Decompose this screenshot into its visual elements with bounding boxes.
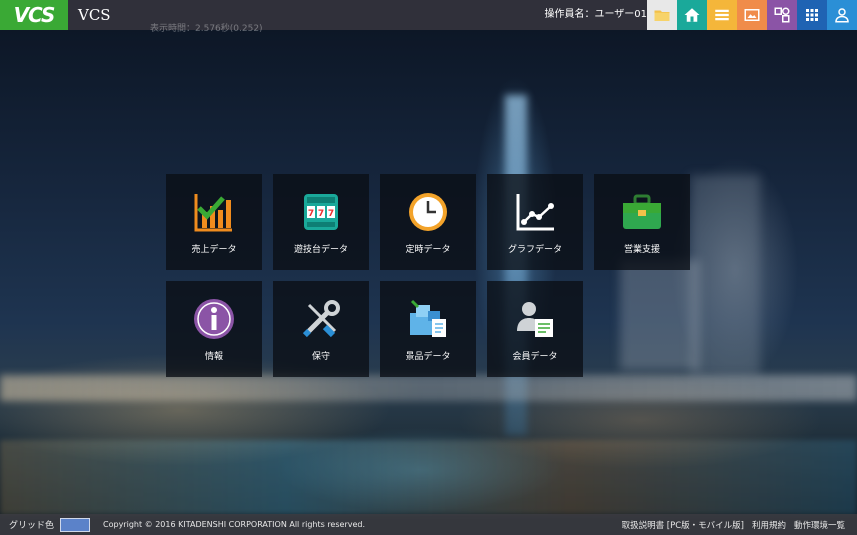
- svg-text:7: 7: [328, 209, 334, 219]
- tile-label: 会員データ: [512, 352, 558, 362]
- grid-color-swatch[interactable]: [60, 517, 91, 532]
- background-bridge: [0, 375, 857, 401]
- home-button[interactable]: [677, 0, 707, 30]
- top-header: VCS VCS 操作員名：ユーザー01: [0, 0, 857, 30]
- tile-label: 売上データ: [191, 245, 237, 255]
- folder-button[interactable]: [647, 0, 677, 30]
- tile-machine-data[interactable]: 7 7 7 遊技台データ: [273, 174, 369, 270]
- elapsed-time: 表示時間：2.576秒(0.252): [150, 24, 263, 34]
- grid-icon: [806, 9, 818, 21]
- prizes-icon: [410, 299, 446, 337]
- list-button[interactable]: [707, 0, 737, 30]
- tile-information[interactable]: 情報: [166, 281, 262, 377]
- user-button[interactable]: [827, 0, 857, 30]
- slot-machine-icon: 7 7 7: [304, 194, 338, 230]
- shapes-icon: [774, 7, 790, 23]
- operator-name: 操作員名：ユーザー01: [544, 9, 647, 20]
- app-title: VCS: [78, 6, 111, 24]
- tile-prize-data[interactable]: 景品データ: [380, 281, 476, 377]
- background-building: [690, 175, 760, 375]
- terms-link[interactable]: 利用規約: [752, 519, 786, 531]
- apps-grid-button[interactable]: [797, 0, 827, 30]
- members-icon: [517, 302, 553, 337]
- tile-graph-data[interactable]: グラフデータ: [487, 174, 583, 270]
- background-water: [0, 440, 857, 515]
- briefcase-icon: [623, 194, 661, 229]
- line-graph-icon: [516, 194, 554, 231]
- footer-links: 取扱説明書 [PC版・モバイル版] 利用規約 動作環境一覧: [614, 514, 845, 535]
- vcs-logo[interactable]: VCS: [0, 0, 68, 30]
- svg-text:7: 7: [318, 209, 324, 219]
- tile-member-data[interactable]: 会員データ: [487, 281, 583, 377]
- image-icon: [744, 9, 760, 21]
- tile-label: 景品データ: [405, 352, 451, 362]
- tile-scheduled-data[interactable]: 定時データ: [380, 174, 476, 270]
- image-button[interactable]: [737, 0, 767, 30]
- tile-label: 営業支援: [623, 245, 660, 255]
- footer-bar: グリッド色 Copyright © 2016 KITADENSHI CORPOR…: [0, 514, 857, 535]
- tile-label: 情報: [204, 352, 223, 362]
- user-icon: [835, 8, 849, 23]
- list-icon: [715, 9, 729, 21]
- svg-text:7: 7: [308, 209, 314, 219]
- tile-sales-support[interactable]: 営業支援: [594, 174, 690, 270]
- environment-link[interactable]: 動作環境一覧: [794, 519, 845, 531]
- manual-link[interactable]: 取扱説明書 [PC版・モバイル版]: [622, 519, 744, 531]
- header-icon-bar: [647, 0, 857, 30]
- tile-label: グラフデータ: [507, 245, 562, 255]
- background-building: [620, 260, 700, 370]
- grid-color-label: グリッド色: [9, 521, 55, 531]
- tile-sales-data[interactable]: 売上データ: [166, 174, 262, 270]
- sales-chart-icon: [194, 194, 232, 232]
- shapes-button[interactable]: [767, 0, 797, 30]
- tile-label: 保守: [311, 352, 330, 362]
- clock-icon: [409, 193, 447, 231]
- tile-label: 遊技台データ: [293, 245, 348, 255]
- tools-icon: [302, 300, 340, 338]
- info-icon: [194, 299, 234, 339]
- copyright-text: Copyright © 2016 KITADENSHI CORPORATION …: [103, 520, 366, 529]
- tile-label: 定時データ: [405, 245, 451, 255]
- tile-maintenance[interactable]: 保守: [273, 281, 369, 377]
- folder-icon: [654, 10, 670, 21]
- home-icon: [684, 8, 700, 22]
